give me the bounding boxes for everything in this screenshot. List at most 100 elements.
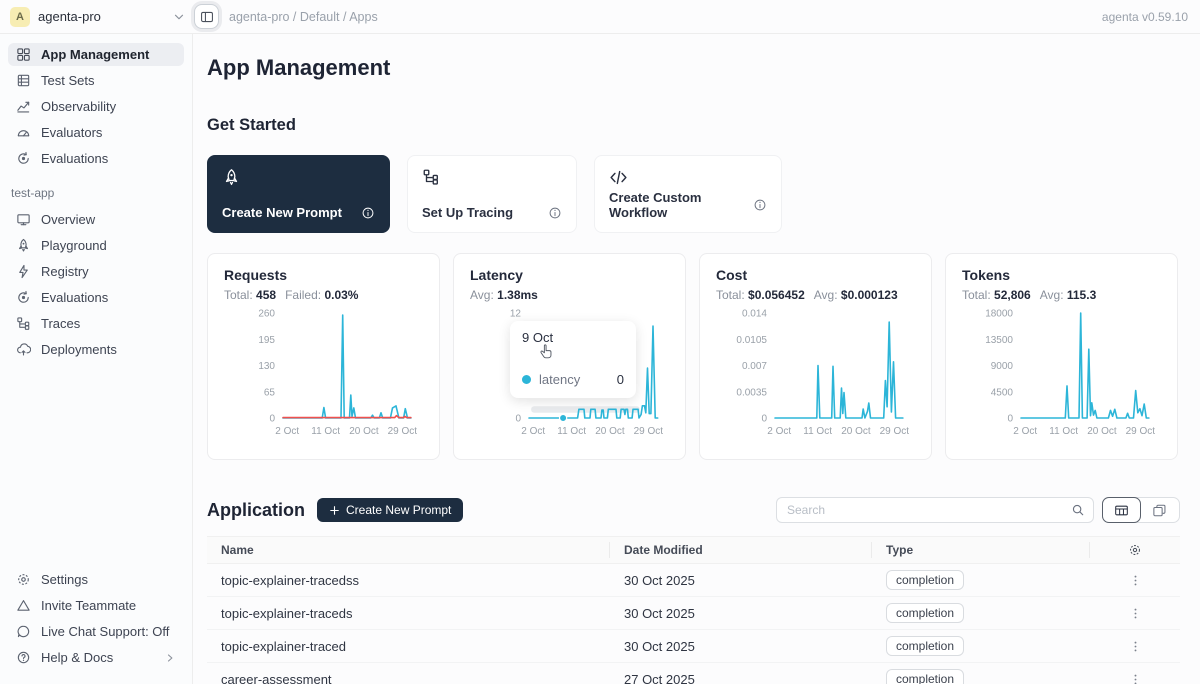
svg-text:13500: 13500 [985, 335, 1013, 346]
chart-stats: Avg: 1.38ms [470, 288, 669, 302]
row-menu[interactable] [1090, 574, 1180, 587]
sidebar-item-label: Help & Docs [41, 650, 113, 665]
requests-line-chart[interactable]: 2601951306502 Oct11 Oct20 Oct29 Oct [224, 309, 425, 439]
sidebar-toggle-button[interactable] [194, 4, 219, 29]
hand-cursor-icon [538, 344, 555, 361]
trend-line-icon [16, 99, 31, 114]
type-badge: completion [886, 603, 964, 623]
table-view-icon [1114, 503, 1129, 518]
table-row[interactable]: topic-explainer-traceds 30 Oct 2025 comp… [207, 597, 1180, 630]
svg-text:0: 0 [761, 414, 767, 425]
sidebar-item-label: Registry [41, 264, 89, 279]
row-menu[interactable] [1090, 640, 1180, 653]
app-name[interactable]: topic-explainer-traceds [207, 606, 610, 621]
row-menu[interactable] [1090, 673, 1180, 684]
chevron-down-icon [172, 10, 186, 24]
column-header-name[interactable]: Name [207, 542, 610, 558]
svg-text:29 Oct: 29 Oct [634, 426, 664, 437]
table-row[interactable]: topic-explainer-tracedss 30 Oct 2025 com… [207, 564, 1180, 597]
application-title: Application [207, 500, 305, 521]
svg-text:0.007: 0.007 [742, 361, 767, 372]
create-custom-workflow-card[interactable]: Create Custom Workflow [594, 155, 782, 233]
svg-text:0: 0 [1007, 414, 1013, 425]
tokens-line-chart[interactable]: 18000135009000450002 Oct11 Oct20 Oct29 O… [962, 309, 1163, 439]
svg-text:29 Oct: 29 Oct [1126, 426, 1156, 437]
set-up-tracing-card[interactable]: Set Up Tracing [407, 155, 577, 233]
tokens-chart-card: Tokens Total: 52,806Avg: 115.3 180001350… [945, 253, 1178, 460]
svg-text:260: 260 [258, 309, 275, 320]
svg-text:0.0035: 0.0035 [736, 387, 767, 398]
arrows-clockwise-icon [16, 290, 31, 305]
sidebar-item-label: Deployments [41, 342, 117, 357]
sidebar-item-evaluators[interactable]: Evaluators [8, 121, 184, 144]
chart-stats: Total: 458Failed: 0.03% [224, 288, 423, 302]
chart-title: Cost [716, 267, 915, 283]
sidebar-item-traces[interactable]: Traces [8, 312, 184, 335]
sidebar-item-label: Settings [41, 572, 88, 587]
cost-line-chart[interactable]: 0.0140.01050.0070.003502 Oct11 Oct20 Oct… [716, 309, 917, 439]
sidebar-item-label: Evaluations [41, 151, 108, 166]
app-name[interactable]: career-assessment [207, 672, 610, 684]
svg-text:130: 130 [258, 361, 275, 372]
sidebar-item-label: Invite Teammate [41, 598, 136, 613]
gear-icon[interactable] [1128, 543, 1142, 557]
column-header-date-modified[interactable]: Date Modified [610, 542, 872, 558]
sidebar-item-overview[interactable]: Overview [8, 208, 184, 231]
sidebar-item-test-sets[interactable]: Test Sets [8, 69, 184, 92]
svg-text:0.0105: 0.0105 [736, 335, 767, 346]
info-icon[interactable] [361, 206, 375, 220]
sidebar-item-observability[interactable]: Observability [8, 95, 184, 118]
sidebar-item-settings[interactable]: Settings [8, 568, 184, 591]
tree-structure-icon [422, 168, 562, 186]
table-row[interactable]: career-assessment 27 Oct 2025 completion [207, 663, 1180, 684]
grid-icon [16, 47, 31, 62]
kebab-menu-icon[interactable] [1129, 607, 1142, 620]
create-new-prompt-button[interactable]: Create New Prompt [317, 498, 463, 522]
sidebar-item-live-chat[interactable]: Live Chat Support: Off [8, 620, 184, 643]
row-menu[interactable] [1090, 607, 1180, 620]
requests-chart-card: Requests Total: 458Failed: 0.03% 2601951… [207, 253, 440, 460]
sidebar-item-playground[interactable]: Playground [8, 234, 184, 257]
type-badge: completion [886, 570, 964, 590]
sidebar-item-evaluations-app[interactable]: Evaluations [8, 286, 184, 309]
svg-text:20 Oct: 20 Oct [595, 426, 625, 437]
workspace-selector[interactable]: A agenta-pro [0, 7, 186, 27]
search-input[interactable] [785, 502, 1071, 518]
question-circle-icon [16, 650, 31, 665]
table-row[interactable]: topic-explainer-traced 30 Oct 2025 compl… [207, 630, 1180, 663]
info-icon[interactable] [753, 198, 767, 212]
svg-text:9000: 9000 [991, 361, 1014, 372]
page-title: App Management [207, 55, 1180, 81]
svg-text:0.014: 0.014 [742, 309, 767, 320]
workspace-avatar: A [10, 7, 30, 27]
sidebar-item-label: App Management [41, 47, 149, 62]
sidebar-item-label: Observability [41, 99, 116, 114]
sidebar: App Management Test Sets Observability E… [0, 34, 193, 684]
app-name[interactable]: topic-explainer-tracedss [207, 573, 610, 588]
info-icon[interactable] [548, 206, 562, 220]
sidebar-item-evaluations[interactable]: Evaluations [8, 147, 184, 170]
kebab-menu-icon[interactable] [1129, 574, 1142, 587]
app-name[interactable]: topic-explainer-traced [207, 639, 610, 654]
kebab-menu-icon[interactable] [1129, 640, 1142, 653]
sidebar-item-registry[interactable]: Registry [8, 260, 184, 283]
chart-title: Tokens [962, 267, 1161, 283]
date-modified: 30 Oct 2025 [610, 639, 872, 654]
sidebar-item-invite-teammate[interactable]: Invite Teammate [8, 594, 184, 617]
breadcrumb[interactable]: agenta-pro / Default / Apps [229, 10, 378, 24]
sidebar-item-app-management[interactable]: App Management [8, 43, 184, 66]
table-view-button[interactable] [1102, 497, 1141, 523]
sidebar-item-help-docs[interactable]: Help & Docs [8, 646, 184, 669]
tooltip-series-name: latency [539, 372, 580, 387]
kebab-menu-icon[interactable] [1129, 673, 1142, 684]
create-new-prompt-card[interactable]: Create New Prompt [207, 155, 390, 233]
search-icon[interactable] [1071, 503, 1085, 517]
card-view-icon [1152, 503, 1167, 518]
workspace-name: agenta-pro [38, 9, 164, 24]
card-label: Set Up Tracing [422, 205, 513, 220]
card-view-button[interactable] [1140, 498, 1179, 522]
column-header-type[interactable]: Type [872, 542, 1090, 558]
tree-structure-icon [16, 316, 31, 331]
sidebar-item-deployments[interactable]: Deployments [8, 338, 184, 361]
svg-text:18000: 18000 [985, 309, 1013, 320]
